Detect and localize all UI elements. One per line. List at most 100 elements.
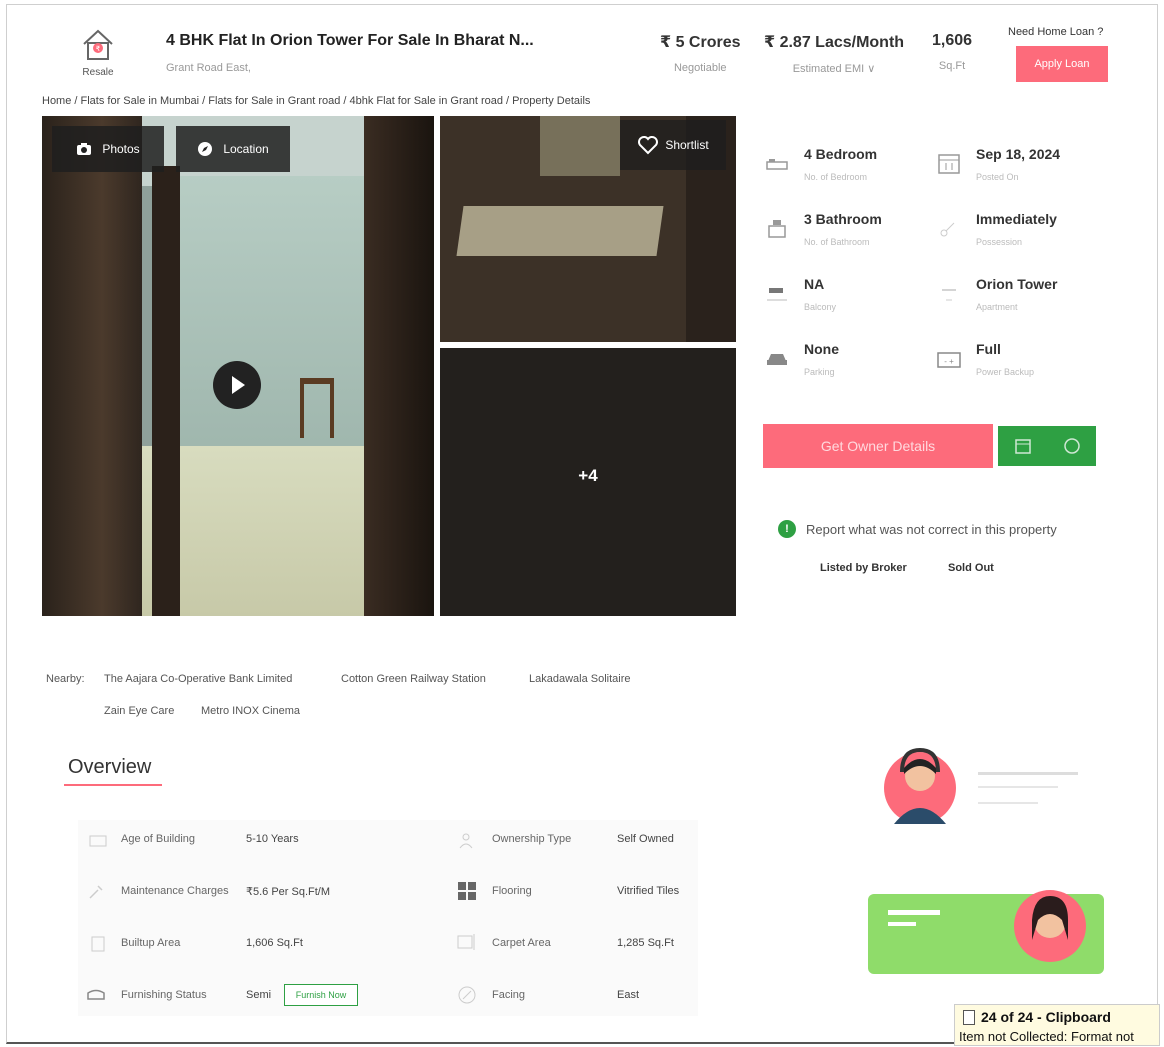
flooring-value: Vitrified Tiles [617,885,680,897]
spec-power-sub: Power Backup [976,367,1035,377]
location-button[interactable]: Location [176,126,290,172]
whatsapp-icon[interactable] [1063,437,1081,455]
resale-badge: ₹ Resale [76,24,120,80]
car-icon [767,354,787,365]
flooring-key: Flooring [492,885,532,897]
camera-icon [77,143,92,155]
alert-icon: ! [778,520,796,538]
schedule-chat-button[interactable] [998,426,1096,466]
calendar-icon [938,154,960,174]
nearby-item[interactable]: Lakadawala Solitaire [529,673,631,685]
get-owner-details-button[interactable]: Get Owner Details [763,424,993,468]
shortlist-button[interactable]: Shortlist [620,120,726,170]
report-link[interactable]: ! Report what was not correct in this pr… [778,520,1057,538]
house-rupee-icon: ₹ [83,29,113,60]
support-agent-illustration [884,747,1078,824]
sold-status: Sold Out [948,562,994,574]
maintenance-icon [89,885,103,899]
more-photos-count: +4 [578,466,598,485]
building-age-icon [89,835,107,847]
spec-bedroom-value: 4 Bedroom [804,146,878,162]
overview-box [78,820,698,1016]
nearby-label: Nearby: [46,673,85,685]
area-sub: Sq.Ft [938,60,966,72]
facing-value: East [617,989,640,1001]
nearby-item[interactable]: Zain Eye Care [104,705,174,717]
photo-wall-left [42,116,142,616]
ownership-icon [459,833,473,849]
spec-possession-sub: Possession [976,237,1023,247]
clipboard-notification[interactable]: 24 of 24 - Clipboard Item not Collected:… [954,1004,1160,1046]
spec-apartment-sub: Apartment [976,302,1018,312]
price-sub: Negotiable [673,62,727,74]
photo-corridor [180,176,364,456]
photo-tiles [456,206,664,256]
property-header: ₹ Resale 4 BHK Flat In Orion Tower For S… [20,20,1130,88]
facing-key: Facing [492,989,526,1001]
specs-panel: 4 Bedroom No. of Bedroom Sep 18, 2024 Po… [758,140,1108,580]
flooring-icon [458,882,476,900]
apply-loan-button[interactable]: Apply Loan [1016,46,1108,82]
spec-bathroom-value: 3 Bathroom [804,211,882,227]
bed-icon [766,159,788,170]
chat-illustration [868,890,1104,974]
spec-balcony-sub: Balcony [804,302,837,312]
overview-underline [64,784,162,786]
key-icon [940,222,955,237]
price-block: ₹ 5 Crores Negotiable [660,32,741,74]
play-video-button[interactable] [213,361,261,409]
photo-wall-right [364,116,434,616]
sofa-icon [87,989,105,1000]
builtup-value: 1,606 Sq.Ft [246,937,303,949]
loan-question: Need Home Loan ? [1008,26,1104,38]
photo-pillar [152,166,180,616]
emi-block[interactable]: ₹ 2.87 Lacs/Month Estimated EMI ∨ [764,32,904,75]
clipboard-title: 24 of 24 - Clipboard [981,1009,1111,1025]
spec-parking-value: None [804,341,839,357]
age-value: 5-10 Years [246,833,299,845]
bath-icon [768,220,786,238]
nearby-item[interactable]: Cotton Green Railway Station [341,673,486,685]
photo-door [540,116,620,176]
area-block: 1,606 Sq.Ft [932,32,972,72]
furnish-now-button[interactable]: Furnish Now [284,984,358,1006]
nearby-item[interactable]: Metro INOX Cinema [201,705,300,717]
calendar-icon[interactable] [1014,437,1032,455]
nearby-item[interactable]: The Aajara Co-Operative Bank Limited [104,673,292,685]
spec-apartment: Orion Tower Apartment [936,270,1106,326]
building-icon [942,289,956,301]
age-key: Age of Building [121,833,195,845]
photo-stool [300,378,334,438]
svg-text:₹: ₹ [96,45,101,53]
spec-possession: Immediately Possession [936,205,1106,261]
main-photo[interactable]: Photos Location [42,116,434,616]
photos-label: Photos [102,142,140,156]
spec-parking-sub: Parking [804,367,835,377]
breadcrumb[interactable]: Home / Flats for Sale in Mumbai / Flats … [42,95,590,107]
carpet-value: 1,285 Sq.Ft [617,937,674,949]
spec-bathroom: 3 Bathroom No. of Bathroom [764,205,934,261]
price-value: ₹ 5 Crores [660,34,741,51]
furnishing-value: Semi [246,989,272,1001]
photos-button[interactable]: Photos [52,126,164,172]
emi-sub[interactable]: Estimated EMI ∨ [764,62,904,75]
photo-thumb-more[interactable]: +4 [440,348,736,616]
ownership-value: Self Owned [617,833,674,845]
builtup-area-icon [91,936,105,952]
overview-title: Overview [68,756,152,778]
compass-icon [458,986,476,1004]
shortlist-label: Shortlist [665,138,709,152]
property-title: 4 BHK Flat In Orion Tower For Sale In Bh… [166,32,534,49]
property-location: Grant Road East, [166,62,251,74]
spec-balcony-value: NA [804,276,825,292]
resale-label: Resale [82,67,114,78]
carpet-key: Carpet Area [492,937,551,949]
battery-icon: - + [937,352,961,368]
spec-bathroom-sub: No. of Bathroom [804,237,870,247]
spec-possession-value: Immediately [976,211,1057,227]
clipboard-icon [963,1010,975,1025]
furnishing-key: Furnishing Status [121,989,207,1001]
spec-balcony: NA Balcony [764,270,934,326]
report-label: Report what was not correct in this prop… [806,521,1057,537]
heart-icon [638,136,659,155]
